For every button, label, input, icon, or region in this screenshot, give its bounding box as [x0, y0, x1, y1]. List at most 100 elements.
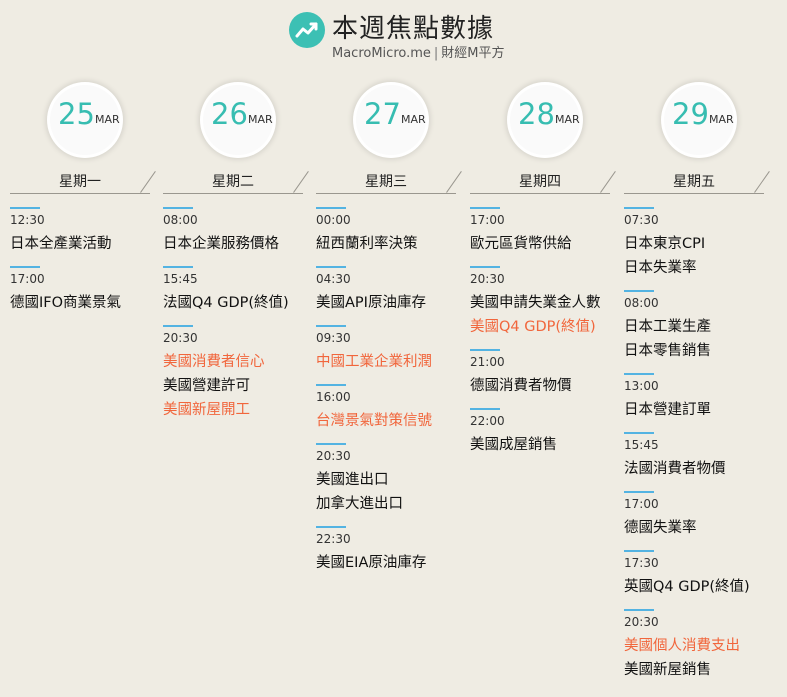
time-marker-line — [624, 290, 654, 292]
time-marker-line — [163, 266, 193, 268]
chart-logo-icon — [289, 12, 325, 48]
event-item: 日本企業服務價格 — [163, 236, 279, 252]
event-items: 英國Q4 GDP(終值) — [624, 575, 784, 599]
event-items: 中國工業企業利潤 — [316, 350, 476, 374]
event-item-highlight: 美國新屋開工 — [163, 402, 250, 418]
event-group: 20:30 美國申請失業金人數 美國Q4 GDP(終值) — [470, 266, 630, 339]
event-list: 17:00 歐元區貨幣供給 20:30 美國申請失業金人數 美國Q4 GDP(終值) 21… — [470, 207, 630, 457]
date-month: MAR — [709, 113, 734, 126]
time-marker-line — [316, 325, 346, 327]
event-group: 20:30 美國消費者信心 美國營建許可 美國新屋開工 — [163, 325, 323, 422]
event-items: 日本營建訂單 — [624, 398, 784, 422]
header: 本週焦點數據 MacroMicro.me | 財經M平方 — [0, 0, 787, 70]
event-items: 美國成屋銷售 — [470, 433, 630, 457]
weekday-label: 星期四 — [519, 174, 561, 190]
weekday-header: 星期三 — [316, 171, 462, 194]
event-item: 日本東京CPI — [624, 236, 706, 252]
event-time: 16:00 — [316, 390, 351, 404]
weekday-header: 星期五 — [624, 171, 770, 194]
event-items: 法國Q4 GDP(終值) — [163, 291, 323, 315]
time-marker-line — [470, 207, 500, 209]
event-item: 日本失業率 — [624, 260, 697, 276]
event-time: 00:00 — [316, 213, 351, 227]
event-group: 22:00 美國成屋銷售 — [470, 408, 630, 457]
brand-line: MacroMicro.me | 財經M平方 — [332, 46, 505, 62]
event-items: 日本企業服務價格 — [163, 232, 323, 256]
event-time: 15:45 — [624, 438, 659, 452]
date-badge: 27 MAR — [356, 85, 426, 155]
event-items: 日本全產業活動 — [10, 232, 170, 256]
time-marker-line — [624, 609, 654, 611]
event-item-highlight: 美國消費者信心 — [163, 354, 265, 370]
time-marker-line — [316, 526, 346, 528]
event-time: 15:45 — [163, 272, 198, 286]
event-item: 日本全產業活動 — [10, 236, 112, 252]
event-time: 22:00 — [470, 414, 505, 428]
event-group: 07:30 日本東京CPI 日本失業率 — [624, 207, 784, 280]
date-day: 29 — [672, 97, 709, 131]
event-time: 20:30 — [624, 615, 659, 629]
event-item: 美國API原油庫存 — [316, 295, 426, 311]
event-item-highlight: 美國Q4 GDP(終值) — [470, 319, 596, 335]
event-group: 17:00 歐元區貨幣供給 — [470, 207, 630, 256]
event-group: 08:00 日本企業服務價格 — [163, 207, 323, 256]
event-items: 歐元區貨幣供給 — [470, 232, 630, 256]
event-items: 德國消費者物價 — [470, 374, 630, 398]
event-items: 美國個人消費支出 美國新屋銷售 — [624, 634, 784, 682]
time-marker-line — [10, 207, 40, 209]
time-marker-line — [624, 432, 654, 434]
event-time: 20:30 — [316, 449, 351, 463]
event-group: 08:00 日本工業生產 日本零售銷售 — [624, 290, 784, 363]
event-item: 美國進出口 — [316, 472, 389, 488]
event-time: 17:00 — [10, 272, 45, 286]
time-marker-line — [470, 349, 500, 351]
event-item: 美國成屋銷售 — [470, 437, 557, 453]
event-item: 法國Q4 GDP(終值) — [163, 295, 289, 311]
time-marker-line — [316, 443, 346, 445]
event-time: 04:30 — [316, 272, 351, 286]
event-time: 12:30 — [10, 213, 45, 227]
event-group: 20:30 美國進出口加拿大進出口 — [316, 443, 476, 516]
event-items: 美國API原油庫存 — [316, 291, 476, 315]
time-marker-line — [316, 384, 346, 386]
weekday-label: 星期五 — [673, 174, 715, 190]
event-item: 美國申請失業金人數 — [470, 295, 601, 311]
time-marker-line — [163, 325, 193, 327]
brand-name-cn: 財經M平方 — [441, 46, 505, 61]
event-list: 07:30 日本東京CPI 日本失業率 08:00 日本工業生產 日本零售銷售 13:00 日… — [624, 207, 784, 682]
event-item: 日本營建訂單 — [624, 402, 711, 418]
time-marker-line — [470, 408, 500, 410]
event-list: 00:00 紐西蘭利率決策 04:30 美國API原油庫存 09:30 中國工業企業利潤 1… — [316, 207, 476, 575]
time-marker-line — [316, 266, 346, 268]
date-day: 27 — [364, 97, 401, 131]
event-items: 美國申請失業金人數 美國Q4 GDP(終值) — [470, 291, 630, 339]
date-day: 28 — [518, 97, 555, 131]
weekday-label: 星期一 — [59, 174, 101, 190]
event-item: 德國IFO商業景氣 — [10, 295, 122, 311]
event-items: 日本工業生產 日本零售銷售 — [624, 315, 784, 363]
time-marker-line — [10, 266, 40, 268]
event-time: 21:00 — [470, 355, 505, 369]
time-marker-line — [316, 207, 346, 209]
event-item: 加拿大進出口 — [316, 496, 403, 512]
time-marker-line — [163, 207, 193, 209]
event-items: 紐西蘭利率決策 — [316, 232, 476, 256]
event-item: 日本工業生產 — [624, 319, 711, 335]
event-time: 07:30 — [624, 213, 659, 227]
event-item: 德國消費者物價 — [470, 378, 572, 394]
event-items: 法國消費者物價 — [624, 457, 784, 481]
weekday-label: 星期二 — [212, 174, 254, 190]
event-group: 20:30 美國個人消費支出 美國新屋銷售 — [624, 609, 784, 682]
date-badge: 28 MAR — [510, 85, 580, 155]
weekday-header: 星期四 — [470, 171, 616, 194]
event-item: 英國Q4 GDP(終值) — [624, 579, 750, 595]
event-item-highlight: 台灣景氣對策信號 — [316, 413, 432, 429]
time-marker-line — [624, 373, 654, 375]
event-list: 12:30 日本全產業活動 17:00 德國IFO商業景氣 — [10, 207, 170, 315]
event-time: 09:30 — [316, 331, 351, 345]
event-list: 08:00 日本企業服務價格 15:45 法國Q4 GDP(終值) 20:30 美國消費者… — [163, 207, 323, 422]
event-time: 20:30 — [470, 272, 505, 286]
event-items: 德國失業率 — [624, 516, 784, 540]
event-group: 17:30 英國Q4 GDP(終值) — [624, 550, 784, 599]
weekday-header: 星期二 — [163, 171, 309, 194]
